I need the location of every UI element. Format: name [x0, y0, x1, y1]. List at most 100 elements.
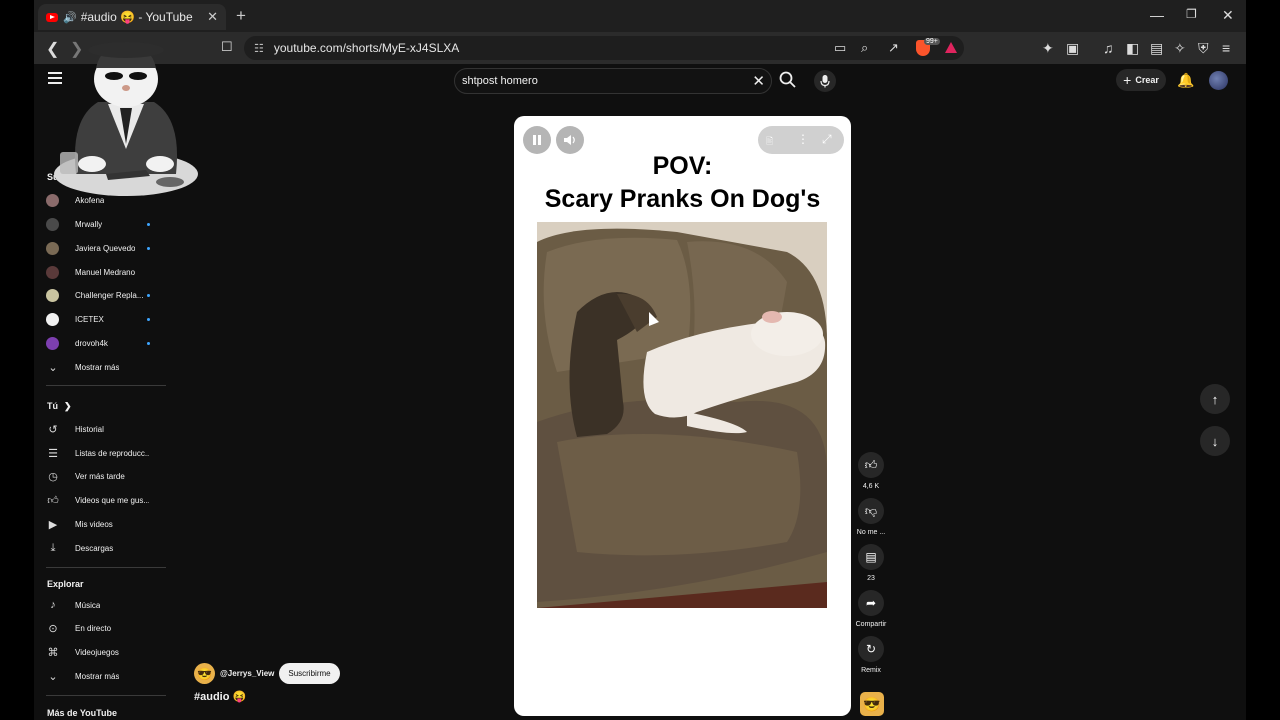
- channel-avatar[interactable]: 😎: [194, 663, 215, 684]
- captions-icon[interactable]: 🖹︎: [766, 134, 773, 150]
- leo-ai-icon[interactable]: ✧: [1174, 40, 1186, 57]
- comments-button[interactable]: ▤ 23: [858, 544, 884, 582]
- new-content-dot: [147, 247, 150, 250]
- clear-search-icon[interactable]: ✕: [752, 72, 765, 90]
- next-short-button[interactable]: ↓: [1200, 426, 1230, 456]
- browser-window: 🔊 #audio 😝 - YouTube ✕ + — ❐ ✕ ❮ ❯ ☐ ☷ y…: [34, 0, 1246, 720]
- sidebar-item-liked[interactable]: 👍︎ Videos que me gus...: [46, 489, 168, 511]
- title-line-2: Scary Pranks On Dog's: [544, 185, 821, 213]
- video-title-overlay: POV: Scary Pranks On Dog's: [514, 150, 851, 216]
- sidebar-sub-item[interactable]: Manuel Medrano: [46, 261, 168, 283]
- fullscreen-icon[interactable]: ⤢: [822, 132, 832, 147]
- arrow-up-icon: ↑: [1211, 391, 1219, 407]
- new-content-dot: [147, 294, 150, 297]
- close-window-button[interactable]: ✕: [1222, 7, 1234, 24]
- channel-avatar: [46, 241, 59, 255]
- maximize-button[interactable]: ❐: [1186, 7, 1197, 21]
- shorts-player[interactable]: 🖹︎ ⋮ ⤢ POV: Scary Pranks On Dog's: [514, 116, 851, 716]
- sidebar-item-watch-later[interactable]: ◷ Ver más tarde: [46, 465, 168, 487]
- sidebar-item-gaming[interactable]: ⌘ Videojuegos: [46, 641, 168, 663]
- volume-icon: [564, 135, 575, 145]
- channel-avatar: [46, 336, 59, 350]
- chevron-right-icon: ❯: [64, 400, 72, 411]
- site-settings-icon[interactable]: ☷: [254, 42, 264, 55]
- sidebar-sub-item[interactable]: Javiera Quevedo: [46, 237, 168, 259]
- new-content-dot: [147, 318, 150, 321]
- sidebar-toggle-icon[interactable]: ◧: [1126, 40, 1139, 57]
- brave-badge: 99+: [924, 38, 940, 45]
- sidebar-item-music[interactable]: ♪ Música: [46, 594, 168, 616]
- show-more-explore[interactable]: ⌄ Mostrar más: [46, 665, 168, 687]
- share-page-icon[interactable]: ↗: [888, 40, 899, 56]
- sidebar-item-live[interactable]: ⊙ En directo: [46, 617, 168, 639]
- vpn-icon[interactable]: ⛨: [1198, 40, 1209, 57]
- reader-icon[interactable]: ▣: [1066, 40, 1079, 57]
- tab-bar: 🔊 #audio 😝 - YouTube ✕ + — ❐ ✕: [34, 0, 1246, 32]
- cat-sticker-overlay: [54, 42, 198, 196]
- chevron-down-icon: ⌄: [48, 670, 58, 683]
- create-label: Crear: [1135, 75, 1159, 85]
- sidebar-sub-item[interactable]: ICETEX: [46, 308, 168, 330]
- you-heading[interactable]: Tú ❯: [46, 395, 168, 417]
- media-icon[interactable]: ♫: [1103, 40, 1114, 56]
- pause-icon: [533, 135, 541, 145]
- extensions-icon[interactable]: ✦: [1042, 40, 1054, 57]
- chevron-down-icon: ⌄: [48, 361, 58, 374]
- divider: [46, 695, 166, 696]
- show-more-subscriptions[interactable]: ⌄ Mostrar más: [46, 356, 168, 378]
- cast-icon[interactable]: ▭: [834, 40, 846, 56]
- sidebar-item-my-videos[interactable]: ▶ Mis videos: [46, 513, 168, 535]
- account-avatar[interactable]: [1209, 71, 1228, 90]
- dislike-label: No me ...: [856, 529, 886, 536]
- search-icon[interactable]: [776, 68, 800, 92]
- share-button[interactable]: ➦ Compartir: [856, 590, 886, 628]
- notifications-icon[interactable]: 🔔: [1177, 72, 1194, 89]
- wallet-icon[interactable]: ▤: [1150, 40, 1163, 57]
- channel-avatar: [46, 288, 59, 302]
- letterbox-left: [0, 0, 34, 720]
- address-toolbar: ❮ ❯ ☐ ☷ youtube.com/shorts/MyE-xJ4SLXA ▭…: [34, 32, 1246, 64]
- new-content-dot: [147, 342, 150, 345]
- zoom-icon[interactable]: ⌕: [861, 40, 868, 56]
- speaker-icon[interactable]: 🔊: [63, 11, 77, 24]
- sidebar-item-playlists[interactable]: ☰ Listas de reproducc...: [46, 442, 168, 464]
- bookmark-icon[interactable]: ☐: [221, 39, 233, 55]
- remix-button[interactable]: ↻ Remix: [858, 636, 884, 674]
- channel-name: Mrwally: [75, 219, 103, 229]
- tab-title: #audio 😝 - YouTube: [80, 10, 193, 24]
- channel-thumbnail[interactable]: 😎: [860, 692, 884, 716]
- video-frame: [537, 222, 827, 608]
- download-icon: ⤓: [50, 541, 56, 554]
- thumb-up-icon: 👍︎: [47, 494, 59, 507]
- like-count: 4,6 K: [862, 483, 880, 490]
- new-tab-button[interactable]: +: [236, 6, 246, 26]
- like-button[interactable]: 👍︎ 4,6 K: [858, 452, 884, 490]
- dislike-button[interactable]: 👎︎ No me ...: [857, 498, 885, 536]
- microphone-icon[interactable]: [814, 70, 836, 92]
- sidebar-sub-item[interactable]: drovoh4k: [46, 332, 168, 354]
- menu-icon[interactable]: ≡: [1222, 40, 1230, 56]
- subscribe-button[interactable]: Suscribirme: [279, 663, 340, 684]
- brave-rewards-icon[interactable]: [945, 42, 957, 53]
- gaming-icon: ⌘: [47, 646, 59, 659]
- channel-name: drovoh4k: [75, 338, 108, 348]
- letterbox-right: [1246, 0, 1280, 720]
- tab-close-icon[interactable]: ✕: [207, 9, 218, 25]
- more-options-icon[interactable]: ⋮: [797, 132, 809, 146]
- comment-icon: ▤: [858, 544, 884, 570]
- comment-count: 23: [867, 575, 875, 582]
- youtube-header: shtpost homero ✕: [34, 64, 1246, 98]
- previous-short-button[interactable]: ↑: [1200, 384, 1230, 414]
- search-input[interactable]: shtpost homero ✕: [454, 68, 772, 94]
- channel-handle[interactable]: @Jerrys_View: [220, 669, 274, 678]
- create-button[interactable]: + Crear: [1116, 69, 1166, 91]
- sidebar-item-history[interactable]: ↺ Historial: [46, 418, 168, 440]
- minimize-button[interactable]: —: [1150, 7, 1164, 23]
- url-field[interactable]: ☷ youtube.com/shorts/MyE-xJ4SLXA: [244, 36, 964, 60]
- title-line-1: POV:: [652, 152, 713, 180]
- live-icon: ⊙: [48, 622, 58, 635]
- plus-icon: +: [1123, 72, 1132, 88]
- sidebar-sub-item[interactable]: Mrwally: [46, 213, 168, 235]
- sidebar-sub-item[interactable]: Challenger Repla...: [46, 284, 168, 306]
- sidebar-item-downloads[interactable]: ⤓ Descargas: [46, 537, 168, 559]
